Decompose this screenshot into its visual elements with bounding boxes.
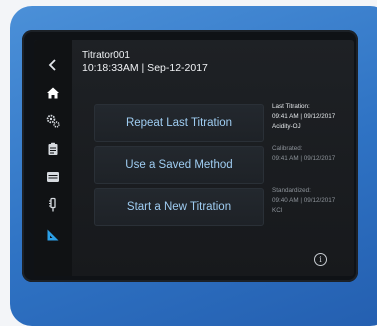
standardized-time: 09:40 AM | 09/12/2017 [272, 197, 336, 204]
calibration-button[interactable] [34, 222, 72, 248]
folder-icon [47, 172, 59, 182]
device-header: Titrator001 10:18:33AM | Sep-12-2017 [82, 50, 208, 75]
calibrated-info: Calibrated: 09:41 AM | 09/12/2017 [272, 144, 335, 164]
use-saved-method-button[interactable]: Use a Saved Method [94, 146, 264, 184]
chevron-left-icon [48, 59, 56, 71]
last-titration-method: Acidity-OJ [272, 123, 301, 130]
calibrated-label: Calibrated: [272, 145, 303, 152]
last-titration-time: 09:41 AM | 09/12/2017 [272, 113, 336, 120]
last-titration-info: Last Titration: 09:41 AM | 09/12/2017 Ac… [272, 102, 335, 132]
back-button[interactable] [34, 52, 72, 78]
use-saved-method-label: Use a Saved Method [125, 159, 233, 171]
info-icon[interactable]: i [314, 253, 327, 266]
ruler-triangle-icon [47, 229, 59, 241]
clipboard-icon [48, 142, 58, 155]
device-name: Titrator001 [82, 50, 130, 61]
repeat-last-titration-button[interactable]: Repeat Last Titration [94, 104, 264, 142]
electrode-icon [49, 197, 56, 212]
standardized-reagent: KCl [272, 207, 283, 214]
standardized-label: Standardized: [272, 187, 311, 194]
calibrated-time: 09:41 AM | 09/12/2017 [272, 155, 336, 162]
start-new-titration-label: Start a New Titration [126, 201, 232, 213]
last-titration-label: Last Titration: [272, 103, 310, 110]
electrode-button[interactable] [34, 192, 72, 218]
files-button[interactable] [34, 164, 72, 190]
sidebar [34, 40, 72, 276]
home-icon [47, 87, 59, 99]
repeat-last-titration-label: Repeat Last Titration [125, 117, 233, 129]
settings-gears-icon [46, 114, 60, 128]
device-datetime: 10:18:33AM | Sep-12-2017 [82, 62, 208, 74]
standardized-info: Standardized: 09:40 AM | 09/12/2017 KCl [272, 186, 335, 216]
touch-screen: Titrator001 10:18:33AM | Sep-12-2017 Rep… [34, 40, 354, 276]
methods-button[interactable] [34, 136, 72, 162]
home-button[interactable] [34, 80, 72, 106]
settings-button[interactable] [34, 108, 72, 134]
start-new-titration-button[interactable]: Start a New Titration [94, 188, 264, 226]
